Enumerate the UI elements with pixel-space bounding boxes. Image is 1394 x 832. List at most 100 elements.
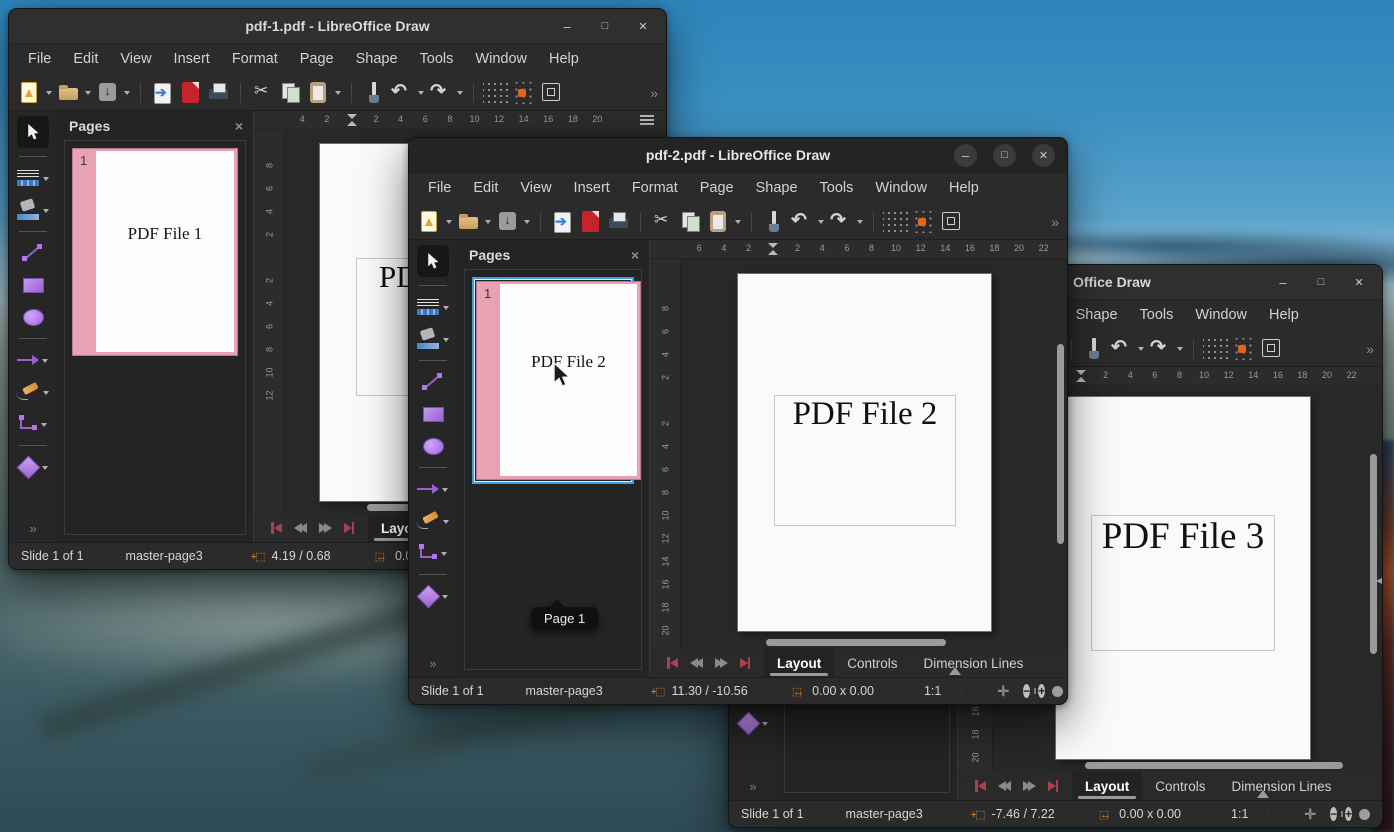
next-page-button[interactable] <box>319 523 332 533</box>
tab-controls[interactable]: Controls <box>1142 772 1218 800</box>
dropdown-caret-icon[interactable] <box>443 306 449 313</box>
menu-item[interactable]: Insert <box>163 44 221 75</box>
export-pdf-icon[interactable] <box>178 80 203 105</box>
titlebar[interactable]: pdf-2.pdf - LibreOffice Draw <box>409 138 1067 173</box>
menu-item[interactable]: Shape <box>345 44 409 75</box>
copy-icon[interactable] <box>278 80 303 105</box>
clone-formatting-icon[interactable] <box>761 209 786 234</box>
menu-item[interactable]: Tools <box>809 173 865 204</box>
open-icon[interactable] <box>456 209 481 234</box>
save-icon[interactable] <box>95 80 120 105</box>
print-icon[interactable] <box>606 209 631 234</box>
scale-indicator[interactable]: 1:1 <box>916 684 949 698</box>
scale-indicator[interactable]: 1:1 <box>1223 807 1256 821</box>
menu-item[interactable]: File <box>17 44 62 75</box>
undo-icon[interactable] <box>389 80 414 105</box>
display-grid-icon[interactable] <box>883 211 908 233</box>
clone-formatting-icon[interactable] <box>361 80 386 105</box>
dropdown-caret-icon[interactable] <box>735 220 741 227</box>
minimize-button[interactable] <box>556 15 578 37</box>
menu-item[interactable]: Format <box>621 173 689 204</box>
drawing-canvas[interactable]: PDF File 2 <box>681 259 1067 649</box>
snap-to-grid-icon[interactable] <box>911 211 936 233</box>
first-page-button[interactable] <box>667 657 678 669</box>
dropdown-caret-icon[interactable] <box>524 220 530 227</box>
strip-overflow-icon[interactable] <box>749 779 756 794</box>
master-page-indicator[interactable]: master-page3 <box>518 684 611 698</box>
previous-page-button[interactable] <box>690 658 703 668</box>
ellipse-tool[interactable] <box>423 438 444 455</box>
toolbar-overflow-icon[interactable] <box>1366 341 1374 357</box>
export-pdf-icon[interactable] <box>578 209 603 234</box>
dropdown-caret-icon[interactable] <box>442 595 448 602</box>
menu-item[interactable]: Help <box>538 44 590 75</box>
connector-tool[interactable] <box>418 543 438 563</box>
export-icon[interactable] <box>150 80 175 105</box>
dropdown-caret-icon[interactable] <box>1177 347 1183 354</box>
clone-formatting-icon[interactable] <box>1081 336 1106 361</box>
maximize-button[interactable] <box>1310 271 1332 293</box>
document-page[interactable]: PDF File 3 <box>1056 397 1310 759</box>
vertical-scrollbar[interactable] <box>1057 344 1064 544</box>
dropdown-caret-icon[interactable] <box>443 520 449 527</box>
dropdown-caret-icon[interactable] <box>42 466 48 473</box>
first-page-button[interactable] <box>975 780 986 792</box>
previous-page-button[interactable] <box>998 781 1011 791</box>
display-grid-icon[interactable] <box>1203 338 1228 360</box>
helplines-icon[interactable] <box>1259 336 1284 361</box>
fill-color-tool[interactable] <box>416 329 440 349</box>
menu-item[interactable]: Page <box>689 173 745 204</box>
text-frame[interactable]: PDF File 2 <box>774 395 956 526</box>
text-frame[interactable]: PDF File 3 <box>1091 515 1275 651</box>
rectangle-tool[interactable] <box>23 278 44 293</box>
minimize-button[interactable] <box>954 144 977 167</box>
dropdown-caret-icon[interactable] <box>818 220 824 227</box>
menu-item[interactable]: View <box>109 44 162 75</box>
close-button[interactable] <box>1348 271 1370 293</box>
maximize-button[interactable] <box>993 144 1016 167</box>
new-document-icon[interactable] <box>417 209 442 234</box>
dropdown-caret-icon[interactable] <box>442 488 448 495</box>
next-page-button[interactable] <box>1023 781 1036 791</box>
menu-item[interactable]: Shape <box>1065 300 1129 331</box>
document-page[interactable]: PDF File 2 <box>738 274 991 631</box>
horizontal-scrollbar[interactable] <box>766 639 946 646</box>
freeform-curve-tool[interactable] <box>416 512 440 530</box>
redo-icon[interactable] <box>1148 336 1173 361</box>
redo-icon[interactable] <box>428 80 453 105</box>
export-icon[interactable] <box>550 209 575 234</box>
dropdown-caret-icon[interactable] <box>43 391 49 398</box>
curve-tool[interactable] <box>422 372 444 392</box>
new-document-icon[interactable] <box>17 80 42 105</box>
dropdown-caret-icon[interactable] <box>485 220 491 227</box>
menu-item[interactable]: Window <box>464 44 538 75</box>
dropdown-caret-icon[interactable] <box>441 552 447 559</box>
horizontal-scrollbar[interactable] <box>1085 762 1343 769</box>
menu-item[interactable]: Tools <box>1129 300 1185 331</box>
menu-item[interactable]: File <box>417 173 462 204</box>
dropdown-caret-icon[interactable] <box>1138 347 1144 354</box>
last-page-button[interactable] <box>344 522 355 534</box>
dropdown-caret-icon[interactable] <box>85 91 91 98</box>
rectangle-tool[interactable] <box>423 407 444 422</box>
helplines-icon[interactable] <box>939 209 964 234</box>
toolbar-overflow-icon[interactable] <box>1051 214 1059 230</box>
menu-item[interactable]: Edit <box>462 173 509 204</box>
tab-dimension-lines[interactable]: Dimension Lines <box>1219 772 1345 800</box>
tab-layout[interactable]: Layout <box>1072 772 1142 800</box>
line-style-tool[interactable] <box>416 298 440 316</box>
paste-icon[interactable] <box>706 209 731 234</box>
select-tool[interactable] <box>17 116 49 148</box>
dropdown-caret-icon[interactable] <box>41 423 47 430</box>
ruler-menu-icon[interactable] <box>640 115 654 125</box>
master-page-indicator[interactable]: master-page3 <box>118 549 211 563</box>
vertical-scrollbar[interactable] <box>1370 454 1377 654</box>
curve-tool[interactable] <box>22 243 44 263</box>
basic-shapes-tool[interactable] <box>736 711 760 735</box>
maximize-button[interactable] <box>594 15 616 37</box>
zoom-in-button[interactable]: + <box>1038 684 1045 698</box>
close-button[interactable] <box>1032 144 1055 167</box>
menu-item[interactable]: Tools <box>409 44 465 75</box>
zoom-in-button[interactable]: + <box>1345 807 1352 821</box>
freeform-curve-tool[interactable] <box>16 383 40 401</box>
